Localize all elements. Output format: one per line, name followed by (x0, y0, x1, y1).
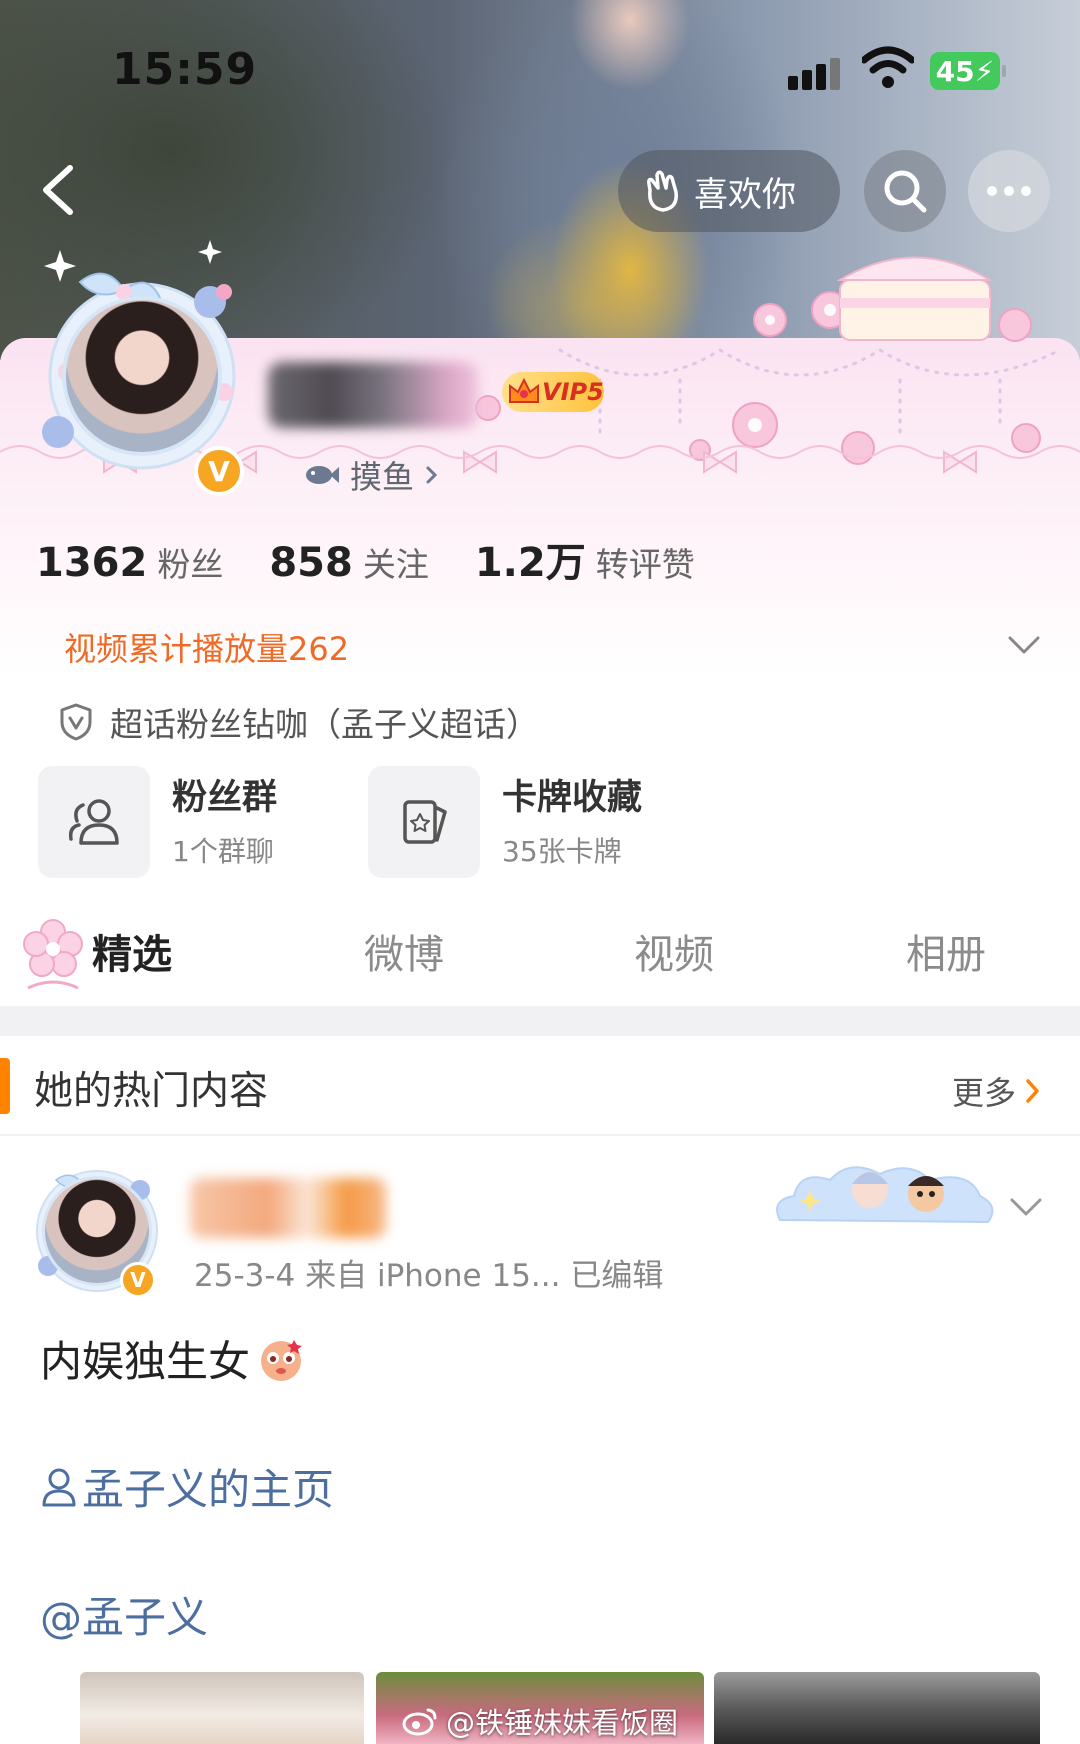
battery-level: 45 (935, 54, 975, 88)
tab-featured[interactable]: 精选 (92, 922, 172, 980)
shield-icon (60, 703, 92, 741)
profile-tabs: 精选 微博 视频 相册 (0, 900, 1080, 1004)
homepage-link-label: 孟子义的主页 (82, 1465, 335, 1514)
stat-label: 转评赞 (595, 545, 695, 584)
search-icon (884, 170, 927, 213)
supertopic-label: 超话粉丝钻咖（孟子义超话） (110, 705, 539, 744)
status-time: 15:59 (112, 44, 258, 95)
mention-link[interactable]: @孟子义 (40, 1584, 208, 1645)
profile-tag-label: 摸鱼 (350, 458, 415, 496)
watermark: @铁锤妹妹看饭圈 (402, 1700, 678, 1742)
section-divider (0, 1006, 1080, 1036)
post-author-blurred (190, 1178, 386, 1238)
chevron-right-icon (1026, 1079, 1039, 1103)
charging-icon: ⚡ (974, 54, 995, 88)
stat-followers[interactable]: 1362 粉丝 (36, 538, 223, 586)
post-image-3[interactable] (714, 1672, 1040, 1744)
battery-indicator: 45 ⚡ (930, 52, 1006, 90)
flower-icon (23, 919, 83, 990)
card-collection-icon-box (368, 766, 480, 878)
hot-accent-bar (0, 1058, 10, 1114)
hot-content-header: 她的热门内容 更多 (0, 1036, 1080, 1136)
tab-album[interactable]: 相册 (906, 922, 986, 980)
vip-label: VIP5 (542, 378, 604, 406)
like-you-label: 喜欢你 (694, 174, 796, 215)
card-collection-title: 卡牌收藏 (502, 777, 643, 818)
hand-heart-icon (647, 170, 678, 212)
stat-label: 粉丝 (157, 545, 224, 584)
tab-weibo[interactable]: 微博 (364, 922, 444, 980)
more-options-button[interactable] (968, 150, 1050, 232)
signal-icon (788, 56, 846, 90)
stat-value: 858 (269, 540, 353, 586)
homepage-link[interactable]: 孟子义的主页 (40, 1456, 334, 1517)
stat-label: 关注 (362, 545, 429, 584)
supertopic-badge[interactable]: 超话粉丝钻咖（孟子义超话） (58, 698, 539, 746)
watermark-text: @铁锤妹妹看饭圈 (446, 1706, 679, 1740)
fan-group-title: 粉丝群 (172, 777, 278, 818)
post-meta: 25-3-4 来自 iPhone 15... 已编辑 (194, 1258, 664, 1294)
profile-stats: 1362 粉丝 858 关注 1.2万 转评赞 (36, 530, 741, 588)
like-you-button[interactable]: 喜欢你 (618, 150, 840, 232)
chevron-down-icon[interactable] (1004, 626, 1044, 662)
cartoon-sticker (776, 1166, 994, 1224)
video-plays-text: 视频累计播放量262 (64, 630, 350, 668)
wifi-icon (862, 46, 914, 88)
emoji-icon (261, 1339, 303, 1381)
more-label: 更多 (952, 1074, 1017, 1112)
username-blurred (268, 362, 478, 428)
more-link[interactable]: 更多 (952, 1068, 1042, 1114)
back-arrow-icon[interactable] (30, 160, 90, 220)
chevron-down-icon[interactable] (1006, 1192, 1046, 1222)
verified-badge: V (194, 446, 244, 496)
search-button[interactable] (864, 150, 946, 232)
stat-following[interactable]: 858 关注 (269, 538, 429, 586)
stat-interactions[interactable]: 1.2万 转评赞 (475, 530, 695, 588)
post-image-1[interactable] (80, 1672, 364, 1744)
stat-value: 1362 (36, 540, 148, 586)
fan-group-subtitle: 1个群聊 (172, 834, 274, 868)
profile-tag-link[interactable]: 摸鱼 (304, 452, 440, 498)
group-icon (68, 799, 119, 845)
status-bar: 15:59 45 ⚡ (0, 0, 1080, 140)
fish-icon (306, 466, 339, 484)
person-icon (42, 1468, 76, 1506)
crown-icon (509, 377, 539, 403)
vip-badge[interactable]: VIP5 (502, 372, 604, 412)
card-collection-subtitle: 35张卡牌 (502, 834, 622, 868)
hot-content-title: 她的热门内容 (34, 1069, 269, 1114)
post-text-content: 内娱独生女 (40, 1337, 251, 1386)
avatar (62, 296, 222, 456)
post-text: 内娱独生女 (40, 1328, 306, 1389)
stat-value: 1.2万 (474, 540, 586, 586)
ellipsis-icon (987, 186, 1031, 196)
card-collection-tile[interactable]: 卡牌收藏 35张卡牌 (368, 766, 642, 878)
fan-group-icon-box (38, 766, 150, 878)
card-icon (403, 800, 447, 844)
fan-group-tile[interactable]: 粉丝群 1个群聊 (38, 766, 277, 878)
post-verified-badge: V (120, 1262, 156, 1298)
tab-video[interactable]: 视频 (634, 922, 714, 980)
weibo-logo-icon (402, 1708, 437, 1736)
chevron-right-icon (426, 466, 438, 484)
